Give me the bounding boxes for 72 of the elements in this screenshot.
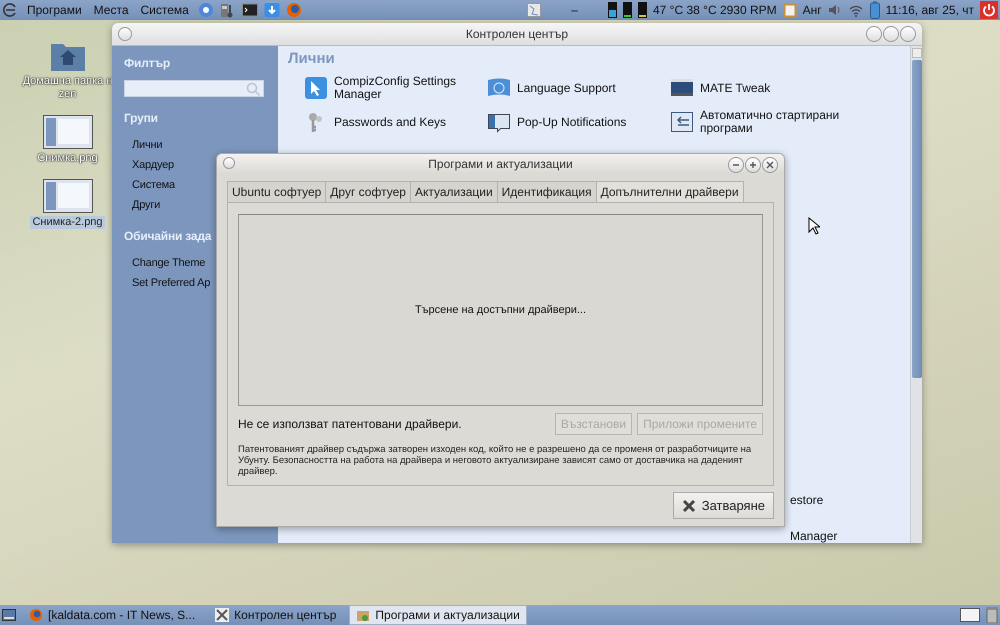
task-link[interactable]: Change Theme (124, 253, 214, 273)
menu-item[interactable]: Места (90, 3, 132, 17)
terminal-icon[interactable] (242, 2, 258, 18)
section-heading: Лични (288, 50, 336, 67)
screenshot-thumbnail-icon[interactable] (42, 115, 92, 149)
monitor-graph-icon (622, 2, 632, 18)
group-link[interactable]: Хардуер (124, 155, 182, 175)
tasks-heading: Обичайни зада (124, 229, 212, 243)
applet-link[interactable]: Passwords and Keys (334, 116, 479, 128)
mouse-pointer-icon (808, 217, 820, 235)
keyboard-layout[interactable]: Анг (802, 3, 822, 17)
firefox-icon[interactable] (286, 2, 302, 18)
battery-icon[interactable] (870, 1, 880, 19)
status-text: Търсене на достъпни драйвери... (414, 304, 586, 316)
tab[interactable]: Актуализации (410, 181, 498, 202)
window-menu-button[interactable] (118, 27, 132, 41)
wifi-icon[interactable] (848, 3, 864, 17)
monitor-graph-icon (608, 2, 617, 18)
plus-icon (749, 161, 757, 169)
distro-logo-icon[interactable] (2, 2, 18, 18)
file-label[interactable]: Снимка-2.png (30, 216, 105, 229)
groups-heading: Групи (124, 111, 158, 125)
close-button[interactable] (762, 157, 778, 173)
applet-link[interactable]: estore (790, 493, 824, 507)
workspace-icon[interactable] (960, 608, 980, 622)
menu-item[interactable]: Програми (24, 3, 85, 17)
trash-icon[interactable] (986, 607, 998, 623)
taskbar-button[interactable]: Програми и актуализации (349, 605, 527, 625)
applet-link[interactable]: Manager (790, 529, 838, 543)
clock[interactable]: 11:16, авг 25, чт (886, 3, 974, 17)
power-icon[interactable] (980, 1, 998, 19)
group-link[interactable]: Лични (124, 135, 170, 155)
taskbar-button[interactable]: [kaldata.com - IT News, S... (22, 605, 202, 625)
taskbar-button[interactable]: Контролен център (208, 605, 344, 625)
menu-item[interactable]: Система (138, 3, 192, 17)
speaker-icon[interactable] (828, 3, 842, 17)
scrollbar[interactable] (910, 46, 922, 543)
browser-icon[interactable] (198, 2, 214, 18)
window-menu-button[interactable] (223, 157, 235, 169)
monitor-graph-icon (638, 2, 647, 18)
show-desktop-icon[interactable] (2, 609, 16, 621)
tab[interactable]: Допълнителни драйвери (596, 181, 744, 202)
close-icon (766, 161, 774, 169)
minimized-indicator[interactable]: – (571, 3, 578, 17)
license-note: Патентованият драйвер съдържа затворен изходен код, който не е разрешено да се променя от разработчиците на Убунту. Безопасността на работа на драйвера и неговото актуализиране зависят само от доставчика на даденият драйвер. (238, 444, 752, 477)
driver-info-text: Не се използват патентовани драйвери. (238, 417, 463, 431)
close-icon (682, 498, 696, 512)
task-link[interactable]: Set Preferred Ap (124, 273, 218, 293)
group-link[interactable]: Други (124, 195, 168, 215)
applet-link[interactable]: Pop-Up Notifications (517, 116, 662, 128)
tab[interactable]: Ubuntu софтуер (227, 181, 326, 202)
package-icon (356, 608, 370, 622)
maximize-button[interactable] (745, 157, 761, 173)
applet-link[interactable]: CompizConfig Settings Manager (334, 75, 479, 101)
group-link[interactable]: Система (124, 175, 183, 195)
applet-link[interactable]: MATE Tweak (700, 82, 845, 94)
applet-link[interactable]: Language Support (517, 82, 662, 94)
download-icon[interactable] (264, 2, 280, 18)
window-title: Контролен център (466, 27, 568, 41)
search-icon (246, 82, 260, 96)
window-title: Програми и актуализации (428, 156, 573, 170)
minimize-button[interactable] (728, 157, 744, 173)
filter-heading: Филтър (124, 56, 170, 70)
tab[interactable]: Идентификация (496, 181, 597, 202)
applet-link[interactable]: Автоматично стартирани програми (700, 109, 845, 135)
close-button[interactable]: Затваряне (672, 492, 774, 519)
firefox-icon (29, 608, 43, 622)
search-field[interactable] (124, 80, 264, 97)
sensor-readings: 47 °C 38 °C 2930 RPM (652, 3, 777, 17)
clipboard-icon[interactable] (782, 2, 797, 18)
tab[interactable]: Друг софтуер (325, 181, 411, 202)
screenshot-thumbnail-icon[interactable] (42, 179, 92, 213)
